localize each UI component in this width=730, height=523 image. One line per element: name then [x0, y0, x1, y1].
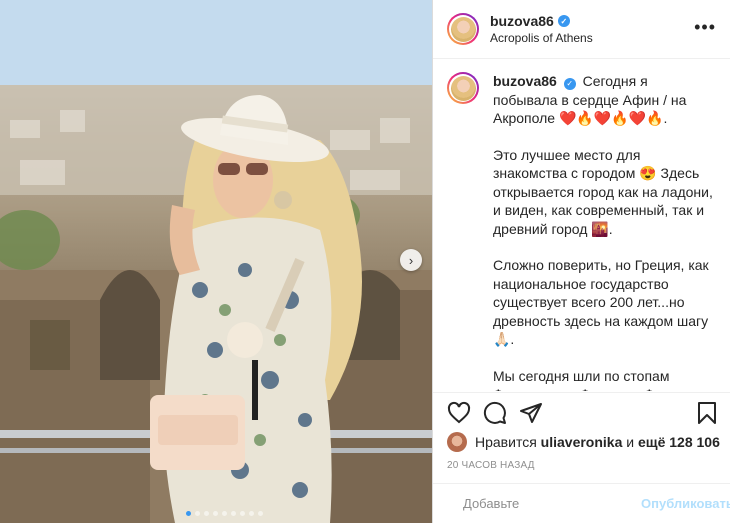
- carousel-dot: [195, 511, 200, 516]
- instagram-post: › buzova86 ✓ Acropolis of Athens ••• buz…: [0, 0, 730, 523]
- share-icon[interactable]: [519, 401, 543, 425]
- comment-bar: Опубликовать: [433, 483, 730, 523]
- carousel-dot: [222, 511, 227, 516]
- post-header: buzova86 ✓ Acropolis of Athens •••: [433, 0, 730, 59]
- caption-paragraph: Мы сегодня шли по стопам Фемистокла, Фер…: [493, 367, 698, 392]
- carousel-dot: [249, 511, 254, 516]
- caption-paragraph: Сложно поверить, но Греция, как национал…: [493, 257, 709, 347]
- verified-badge-icon: ✓: [563, 78, 576, 91]
- carousel-dot: [213, 511, 218, 516]
- post-photo[interactable]: ›: [0, 0, 432, 523]
- comment-icon[interactable]: [483, 401, 507, 425]
- caption-body: buzova86 ✓ Сегодня я побывала в сердце А…: [493, 72, 715, 391]
- caption-username-link[interactable]: buzova86: [493, 73, 557, 89]
- caption-paragraph: Это лучшее место для знакомства с городо…: [493, 146, 713, 237]
- carousel-dot: [186, 511, 191, 516]
- likes-summary: Нравится uliaveronika и ещё 128 106: [447, 432, 720, 452]
- carousel-dot: [240, 511, 245, 516]
- carousel-dot: [231, 511, 236, 516]
- location-link[interactable]: Acropolis of Athens: [490, 31, 593, 45]
- carousel-next-button[interactable]: ›: [400, 249, 422, 271]
- action-bar: [433, 392, 730, 431]
- avatar[interactable]: [447, 13, 479, 45]
- photo-scene: [0, 0, 432, 523]
- verified-badge-icon: ✓: [557, 15, 570, 27]
- likes-count-link[interactable]: ещё 128 106: [638, 434, 720, 450]
- chevron-right-icon: ›: [408, 252, 414, 268]
- liker-username-link[interactable]: uliaveronika: [541, 434, 623, 450]
- more-options-icon[interactable]: •••: [694, 17, 716, 38]
- carousel-indicator: [186, 511, 263, 516]
- likes-middle: и: [626, 434, 635, 450]
- heart-icon[interactable]: [447, 401, 471, 425]
- username-link[interactable]: buzova86: [490, 13, 554, 29]
- caption-area: buzova86 ✓ Сегодня я побывала в сердце А…: [433, 60, 730, 391]
- post-sidebar: buzova86 ✓ Acropolis of Athens ••• buzov…: [432, 0, 730, 523]
- likes-prefix: Нравится: [475, 434, 537, 450]
- caption-avatar[interactable]: [447, 72, 479, 104]
- bookmark-icon[interactable]: [695, 401, 719, 425]
- post-timestamp[interactable]: 20 ЧАСОВ НАЗАД: [447, 460, 535, 471]
- publish-button[interactable]: Опубликовать: [641, 496, 730, 511]
- carousel-dot: [258, 511, 263, 516]
- carousel-dot: [204, 511, 209, 516]
- comment-input[interactable]: [461, 495, 641, 512]
- liker-avatar[interactable]: [447, 432, 467, 452]
